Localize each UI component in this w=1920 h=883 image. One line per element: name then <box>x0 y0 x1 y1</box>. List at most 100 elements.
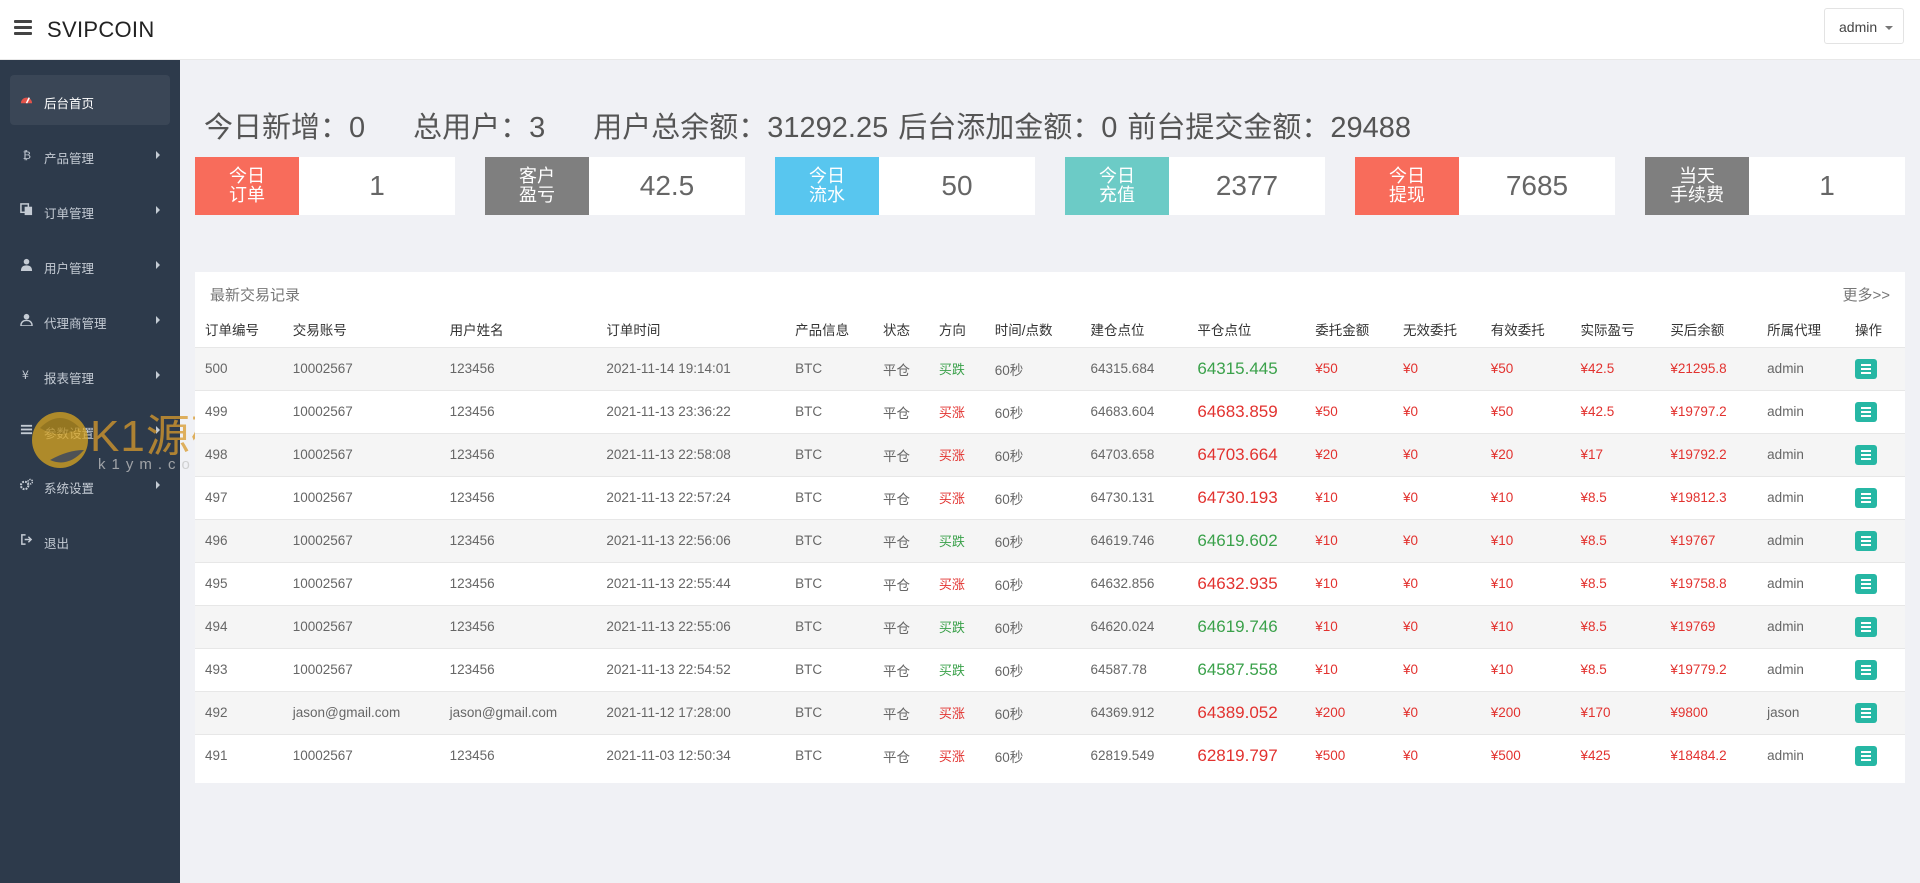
column-header: 订单编号 <box>205 323 259 339</box>
cell-account: 10002567 <box>282 389 440 433</box>
cell-valid: ¥50 <box>1480 346 1571 390</box>
stat-card-turnover: 今日 流水 50 <box>775 157 1035 215</box>
hamburger-menu-icon[interactable] <box>14 20 32 36</box>
sidebar-item-logout[interactable]: 退出 <box>10 515 170 565</box>
user-icon <box>20 258 33 271</box>
cell-action <box>1844 346 1905 390</box>
cell-status: 平仓 <box>872 604 929 648</box>
user-menu-dropdown[interactable]: admin <box>1824 8 1904 44</box>
table-row[interactable]: 500 10002567 123456 2021-11-14 19:14:01 BTC 平… <box>195 346 1905 390</box>
cell-account: 10002567 <box>282 475 440 519</box>
sidebar-item-home[interactable]: 后台首页 <box>10 75 170 125</box>
cell-balance: ¥19797.2 <box>1660 389 1758 433</box>
table-row[interactable]: 494 10002567 123456 2021-11-13 22:55:06 BTC 平… <box>195 604 1905 648</box>
sidebar-item-label: 系统设置 <box>44 482 95 496</box>
cell-action <box>1844 647 1905 691</box>
table-row[interactable]: 491 10002567 123456 2021-11-03 12:50:34 BTC 平… <box>195 733 1905 777</box>
sidebar-item-params[interactable]: 参数设置 <box>10 405 170 455</box>
view-detail-icon[interactable] <box>1854 659 1877 680</box>
cell-valid: ¥500 <box>1480 733 1571 777</box>
cell-name: 123456 <box>439 432 597 476</box>
view-detail-icon[interactable] <box>1854 702 1877 723</box>
trade-records-panel: 最新交易记录 更多>> 订单编号 交易账号 用户姓名 订单时间 产品信息 状态 方向 时间/点… <box>195 272 1905 783</box>
table-row[interactable]: 499 10002567 123456 2021-11-13 23:36:22 BTC 平… <box>195 389 1905 433</box>
view-detail-icon[interactable] <box>1854 444 1877 465</box>
cell-invalid: ¥0 <box>1393 604 1481 648</box>
table-row[interactable]: 492 jason@gmail.com jason@gmail.com 2021-11… <box>195 690 1905 734</box>
cell-time: 2021-11-13 22:58:08 <box>596 432 786 476</box>
svg-text:₿: ₿ <box>23 149 31 161</box>
sidebar-item-users[interactable]: 用户管理 <box>10 240 170 290</box>
table-row[interactable]: 495 10002567 123456 2021-11-13 22:55:44 BTC 平… <box>195 561 1905 605</box>
panel-title: 最新交易记录 <box>210 287 301 304</box>
cell-id: 498 <box>195 432 283 476</box>
cell-action <box>1844 561 1905 605</box>
summary-line: 今日新增：0 总用户：3 用户总余额：31292.25 后台添加金额：0 前台提交金额：… <box>204 104 1411 146</box>
cell-duration: 60秒 <box>984 647 1081 691</box>
cell-close: 64315.445 <box>1187 346 1306 390</box>
cell-duration: 60秒 <box>984 561 1081 605</box>
view-detail-icon[interactable] <box>1854 358 1877 379</box>
cell-open: 64703.658 <box>1080 432 1188 476</box>
cell-open: 64683.604 <box>1080 389 1188 433</box>
summary-total-balance: 用户总余额：31292.25 <box>593 112 889 144</box>
table-row[interactable]: 497 10002567 123456 2021-11-13 22:57:24 BTC 平… <box>195 475 1905 519</box>
cell-direction: 买涨 <box>928 561 985 605</box>
cell-direction: 买跌 <box>928 647 985 691</box>
cell-amount: ¥10 <box>1305 475 1394 519</box>
cell-pnl: ¥170 <box>1570 690 1661 734</box>
sidebar-item-label: 参数设置 <box>44 427 95 441</box>
table-row[interactable]: 493 10002567 123456 2021-11-13 22:54:52 BTC 平… <box>195 647 1905 691</box>
view-detail-icon[interactable] <box>1854 530 1877 551</box>
cell-pnl: ¥8.5 <box>1570 518 1661 562</box>
table-row[interactable]: 498 10002567 123456 2021-11-13 22:58:08 BTC 平… <box>195 432 1905 476</box>
sidebar: 后台首页 ₿ 产品管理 订单管理 用户管理 代理商管理 ¥ 报表管理 参数设置 … <box>0 60 180 883</box>
cell-product: BTC <box>785 604 873 648</box>
table-row[interactable]: 496 10002567 123456 2021-11-13 22:56:06 BTC 平… <box>195 518 1905 562</box>
cell-direction: 买涨 <box>928 475 985 519</box>
sidebar-item-orders[interactable]: 订单管理 <box>10 185 170 235</box>
cell-pnl: ¥8.5 <box>1570 604 1661 648</box>
cell-amount: ¥10 <box>1305 647 1394 691</box>
cell-valid: ¥10 <box>1480 647 1571 691</box>
cell-duration: 60秒 <box>984 518 1081 562</box>
cell-agent: admin <box>1757 561 1845 605</box>
stat-label-line: 客户 <box>519 166 555 186</box>
cell-amount: ¥20 <box>1305 432 1394 476</box>
sidebar-item-reports[interactable]: ¥ 报表管理 <box>10 350 170 400</box>
view-detail-icon[interactable] <box>1854 487 1877 508</box>
stat-label-line: 订单 <box>229 185 265 205</box>
cell-invalid: ¥0 <box>1393 647 1481 691</box>
column-header: 无效委托 <box>1403 323 1458 339</box>
stat-label-line: 今日 <box>809 166 845 186</box>
view-detail-icon[interactable] <box>1854 745 1877 766</box>
cell-id: 500 <box>195 346 283 390</box>
stat-label: 今日 订单 <box>195 157 299 215</box>
sidebar-item-agents[interactable]: 代理商管理 <box>10 295 170 345</box>
cell-agent: admin <box>1757 389 1845 433</box>
cell-time: 2021-11-14 19:14:01 <box>596 346 786 390</box>
cell-open: 62819.549 <box>1080 733 1188 777</box>
cell-product: BTC <box>785 647 873 691</box>
cell-agent: admin <box>1757 733 1845 777</box>
cell-duration: 60秒 <box>984 690 1081 734</box>
view-detail-icon[interactable] <box>1854 573 1877 594</box>
cell-time: 2021-11-13 22:57:24 <box>596 475 786 519</box>
cell-valid: ¥200 <box>1480 690 1571 734</box>
cell-name: 123456 <box>439 475 597 519</box>
sidebar-item-label: 报表管理 <box>44 372 95 386</box>
stat-value: 1 <box>1819 170 1835 201</box>
cell-action <box>1844 604 1905 648</box>
cell-duration: 60秒 <box>984 346 1081 390</box>
cell-id: 492 <box>195 690 283 734</box>
sidebar-item-system[interactable]: 系统设置 <box>10 460 170 510</box>
cell-status: 平仓 <box>872 475 929 519</box>
yen-icon: ¥ <box>22 369 29 381</box>
chevron-right-icon <box>156 481 160 489</box>
view-detail-icon[interactable] <box>1854 616 1877 637</box>
cell-status: 平仓 <box>872 432 929 476</box>
sidebar-item-products[interactable]: ₿ 产品管理 <box>10 130 170 180</box>
view-detail-icon[interactable] <box>1854 401 1877 422</box>
stat-card-pnl: 客户 盈亏 42.5 <box>485 157 745 215</box>
more-link[interactable]: 更多>> <box>1842 284 1890 305</box>
